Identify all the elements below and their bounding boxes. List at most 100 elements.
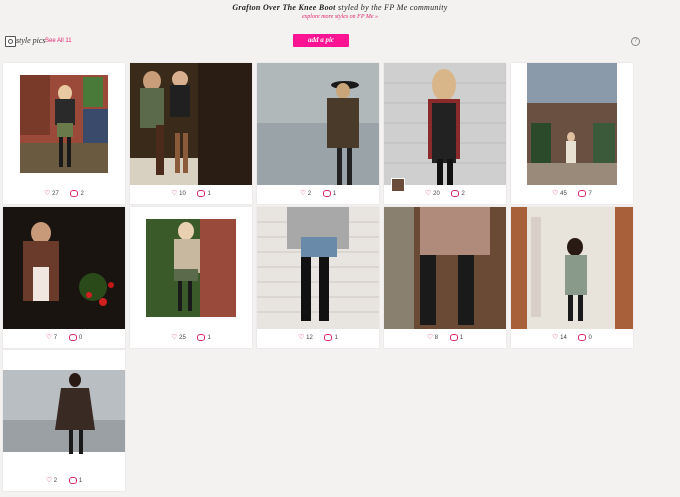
card-stats: ♡ 8 1 [384, 333, 506, 343]
style-photo[interactable] [3, 350, 125, 472]
comment-icon [322, 189, 331, 197]
card-stats: ♡ 20 2 [384, 189, 506, 199]
likes-value: 14 [560, 335, 567, 341]
card-stats: ♡ 27 2 [3, 189, 125, 199]
heart-icon: ♡ [45, 334, 53, 341]
comments-value: 0 [78, 335, 83, 341]
comments-value: 0 [588, 335, 592, 341]
style-pic-card[interactable]: ♡ 2 1 [3, 350, 125, 491]
comments-value: 1 [334, 335, 338, 341]
comment-icon [578, 333, 587, 341]
comment-count[interactable]: 0 [68, 333, 83, 341]
comment-count[interactable]: 1 [68, 476, 83, 484]
style-photo[interactable] [384, 63, 506, 185]
comment-count[interactable]: 1 [324, 333, 338, 341]
comment-icon [197, 189, 206, 197]
comments-value: 1 [78, 478, 83, 484]
style-pic-card[interactable]: ♡ 8 1 [384, 207, 506, 348]
heart-icon: ♡ [299, 190, 307, 197]
like-count[interactable]: ♡ 27 [44, 189, 59, 197]
comments-value: 1 [207, 335, 211, 341]
card-stats: ♡ 25 1 [130, 333, 252, 343]
comment-icon [451, 189, 460, 197]
style-photo[interactable] [130, 207, 252, 329]
comments-value: 1 [459, 335, 464, 341]
heart-icon: ♡ [44, 190, 51, 197]
card-stats: ♡ 7 0 [3, 333, 125, 343]
style-pic-card[interactable]: ♡ 45 7 [511, 63, 633, 204]
style-photo[interactable] [257, 207, 379, 329]
style-photo[interactable] [511, 63, 633, 185]
likes-value: 45 [560, 191, 567, 197]
heart-icon: ♡ [552, 334, 559, 341]
add-a-pic-button[interactable]: add a pic [293, 34, 349, 47]
page-header: Grafton Over The Knee Boot styled by the… [0, 0, 680, 26]
comment-count[interactable]: 2 [451, 189, 465, 197]
style-photo[interactable] [3, 63, 125, 185]
comment-count[interactable]: 1 [322, 189, 337, 197]
comment-icon [68, 476, 77, 484]
title-suffix: styled by the FP Me community [335, 3, 448, 12]
style-pic-card[interactable]: ♡ 25 1 [130, 207, 252, 348]
likes-value: 2 [53, 478, 58, 484]
like-count[interactable]: ♡ 2 [46, 476, 57, 484]
like-count[interactable]: ♡ 25 [171, 333, 186, 341]
style-photo[interactable] [3, 207, 125, 329]
likes-value: 7 [53, 335, 58, 341]
likes-value: 27 [52, 191, 59, 197]
heart-icon: ♡ [171, 334, 178, 341]
style-pic-card[interactable]: ♡ 20 2 [384, 63, 506, 204]
heart-icon: ♡ [298, 334, 305, 341]
likes-value: 10 [179, 191, 186, 197]
comment-count[interactable]: 2 [70, 189, 84, 197]
like-count[interactable]: ♡ 10 [171, 189, 186, 197]
card-stats: ♡ 14 0 [511, 333, 633, 343]
comment-count[interactable]: 7 [578, 189, 592, 197]
comments-value: 2 [461, 191, 465, 197]
card-stats: ♡ 45 7 [511, 189, 633, 199]
style-pics-heading: style pics [16, 36, 46, 45]
see-all-link[interactable]: See All 11 [45, 38, 72, 44]
help-icon[interactable]: ? [631, 37, 640, 46]
style-pic-card[interactable]: ♡ 14 0 [511, 207, 633, 348]
card-stats: ♡ 12 1 [257, 333, 379, 343]
likes-value: 2 [307, 191, 312, 197]
heart-icon: ♡ [426, 334, 434, 341]
comment-icon [324, 333, 333, 341]
comment-count[interactable]: 1 [197, 333, 211, 341]
likes-value: 12 [306, 335, 313, 341]
explore-link[interactable]: explore more styles on FP Me » [0, 14, 680, 20]
like-count[interactable]: ♡ 7 [46, 333, 57, 341]
heart-icon: ♡ [45, 477, 53, 484]
comment-count[interactable]: 0 [578, 333, 592, 341]
heart-icon: ♡ [425, 190, 432, 197]
card-stats: ♡ 2 1 [257, 189, 379, 199]
like-count[interactable]: ♡ 14 [552, 333, 567, 341]
comment-count[interactable]: 1 [449, 333, 464, 341]
camera-icon [5, 36, 16, 47]
style-pic-card[interactable]: ♡ 7 0 [3, 207, 125, 348]
page-title: Grafton Over The Knee Boot styled by the… [0, 3, 680, 12]
likes-value: 8 [434, 335, 439, 341]
comments-value: 7 [588, 191, 592, 197]
comments-value: 1 [207, 191, 211, 197]
comment-count[interactable]: 1 [197, 189, 211, 197]
like-count[interactable]: ♡ 20 [425, 189, 440, 197]
style-pics-bar: style pics See All 11 add a pic ? [0, 34, 680, 50]
style-pic-card[interactable]: ♡ 27 2 [3, 63, 125, 204]
style-pic-card[interactable]: ♡ 10 1 [130, 63, 252, 204]
style-photo[interactable] [257, 63, 379, 185]
card-stats: ♡ 10 1 [130, 189, 252, 199]
like-count[interactable]: ♡ 45 [552, 189, 567, 197]
like-count[interactable]: ♡ 8 [427, 333, 438, 341]
style-photo[interactable] [384, 207, 506, 329]
style-photo[interactable] [511, 207, 633, 329]
style-pic-card[interactable]: ♡ 12 1 [257, 207, 379, 348]
like-count[interactable]: ♡ 12 [298, 333, 313, 341]
like-count[interactable]: ♡ 2 [300, 189, 311, 197]
likes-value: 25 [179, 335, 186, 341]
style-photo[interactable] [130, 63, 252, 185]
style-pic-card[interactable]: ♡ 2 1 [257, 63, 379, 204]
comment-icon [68, 333, 77, 341]
comments-value: 1 [332, 191, 337, 197]
